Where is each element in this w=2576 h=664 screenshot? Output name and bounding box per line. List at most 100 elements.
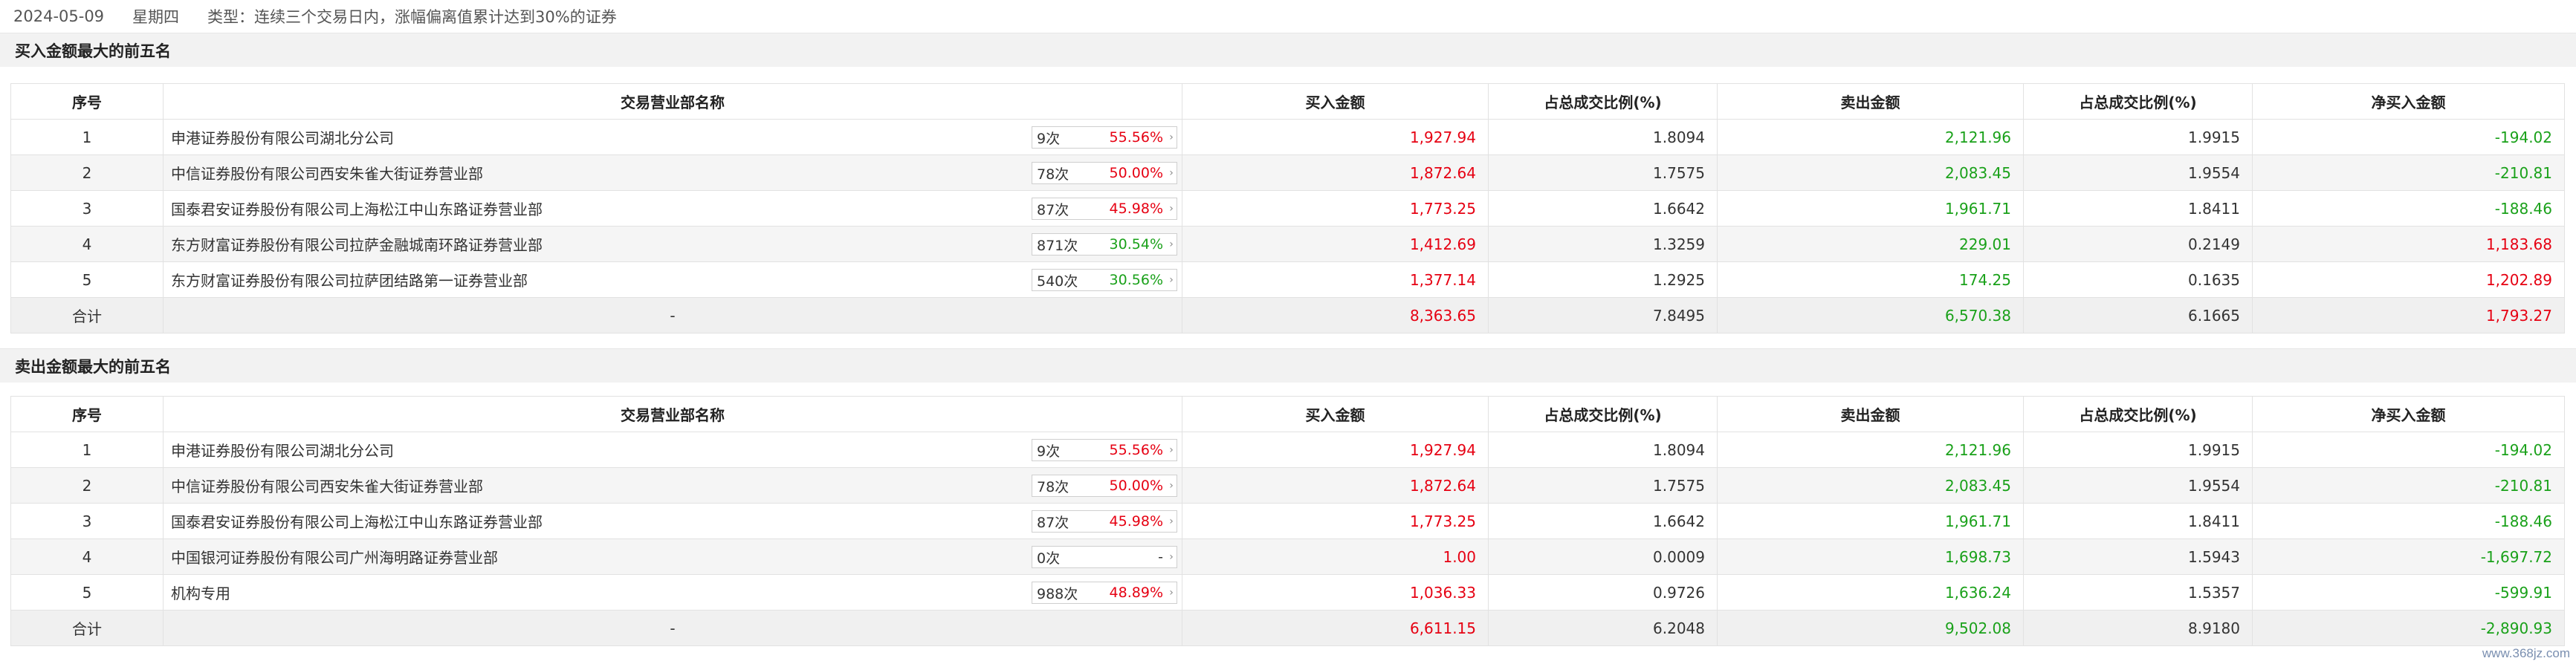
- sell-pct: 1.9554: [2023, 154, 2253, 191]
- sell-section-title: 卖出金额最大的前五名: [0, 348, 2576, 383]
- dept-trade-count: 87次: [1037, 201, 1069, 218]
- buy-amount: 1,927.94: [1182, 119, 1489, 155]
- sell-amount: 2,083.45: [1717, 154, 2024, 191]
- dept-name-link[interactable]: 中国银河证券股份有限公司广州海明路证券营业部: [171, 549, 498, 567]
- dept-cell: 中信证券股份有限公司西安朱雀大街证券营业部 78次 50.00% ›: [163, 154, 1182, 191]
- buy-amount: 1,872.64: [1182, 467, 1489, 504]
- row-no: 4: [10, 226, 164, 262]
- row-no: 3: [10, 503, 164, 539]
- col-header-buy-pct: 占总成交比例(%): [1488, 83, 1718, 120]
- buy-pct: 1.8094: [1488, 119, 1718, 155]
- sell-pct: 1.8411: [2023, 190, 2253, 227]
- dept-trade-count: 9次: [1037, 443, 1061, 460]
- dept-name-link[interactable]: 东方财富证券股份有限公司拉萨团结路第一证券营业部: [171, 272, 528, 290]
- buy-pct: 1.6642: [1488, 190, 1718, 227]
- buy-pct: 1.3259: [1488, 226, 1718, 262]
- sell-pct: 0.1635: [2023, 261, 2253, 298]
- dept-name-link[interactable]: 东方财富证券股份有限公司拉萨金融城南环路证券营业部: [171, 236, 543, 254]
- sell-amount: 174.25: [1717, 261, 2024, 298]
- chevron-right-icon: ›: [1169, 131, 1174, 143]
- col-header-net: 净买入金额: [2252, 396, 2565, 432]
- dept-cell: 中国银河证券股份有限公司广州海明路证券营业部 0次 - ›: [163, 538, 1182, 575]
- dept-win-rate: 50.00%: [1109, 165, 1163, 181]
- dept-cell: 申港证券股份有限公司湖北分公司 9次 55.56% ›: [163, 432, 1182, 468]
- total-dept-placeholder: -: [163, 610, 1182, 646]
- dept-stats-badge[interactable]: 87次 45.98% ›: [1032, 510, 1177, 533]
- dept-trade-count: 540次: [1037, 273, 1078, 290]
- sell-pct: 1.5943: [2023, 538, 2253, 575]
- dept-trade-count: 0次: [1037, 550, 1061, 567]
- dept-name-link[interactable]: 申港证券股份有限公司湖北分公司: [171, 442, 394, 460]
- sell-pct: 1.5357: [2023, 574, 2253, 611]
- dept-stats-badge[interactable]: 9次 55.56% ›: [1032, 126, 1177, 149]
- net-amount: -194.02: [2252, 119, 2565, 155]
- total-sell-amount: 9,502.08: [1717, 610, 2024, 646]
- dept-stats-badge[interactable]: 988次 48.89% ›: [1032, 582, 1177, 604]
- total-net-amount: 1,793.27: [2252, 297, 2565, 333]
- dept-name-link[interactable]: 中信证券股份有限公司西安朱雀大街证券营业部: [171, 165, 483, 183]
- dept-stats-badge[interactable]: 0次 - ›: [1032, 546, 1177, 568]
- total-net-amount: -2,890.93: [2252, 610, 2565, 646]
- col-header-sell-pct: 占总成交比例(%): [2023, 83, 2253, 120]
- total-buy-pct: 7.8495: [1488, 297, 1718, 333]
- buy-section-title-text: 买入金额最大的前五名: [15, 42, 171, 60]
- chevron-right-icon: ›: [1169, 480, 1174, 492]
- buy-amount: 1,773.25: [1182, 503, 1489, 539]
- net-amount: -599.91: [2252, 574, 2565, 611]
- dept-stats-badge[interactable]: 9次 55.56% ›: [1032, 439, 1177, 461]
- dept-name-link[interactable]: 中信证券股份有限公司西安朱雀大街证券营业部: [171, 478, 483, 495]
- col-header-sell-pct: 占总成交比例(%): [2023, 396, 2253, 432]
- dept-name-link[interactable]: 国泰君安证券股份有限公司上海松江中山东路证券营业部: [171, 513, 543, 531]
- net-amount: -188.46: [2252, 190, 2565, 227]
- dept-name-link[interactable]: 机构专用: [171, 585, 230, 602]
- dept-trade-count: 988次: [1037, 585, 1078, 602]
- chevron-right-icon: ›: [1169, 274, 1174, 286]
- sell-amount: 229.01: [1717, 226, 2024, 262]
- table-row: 5 机构专用 988次 48.89% › 1,036.33 0.9726 1,636.24 1.…: [10, 574, 2565, 611]
- row-no: 1: [10, 119, 164, 155]
- total-buy-amount: 8,363.65: [1182, 297, 1489, 333]
- dept-name-link[interactable]: 申港证券股份有限公司湖北分公司: [171, 129, 394, 147]
- table-row: 2 中信证券股份有限公司西安朱雀大街证券营业部 78次 50.00% › 1,872.64…: [10, 154, 2565, 191]
- info-bar: 2024-05-09 星期四 类型：连续三个交易日内，涨幅偏离值累计达到30%的…: [0, 0, 2576, 33]
- dept-win-rate: 30.54%: [1109, 236, 1163, 253]
- dept-cell: 国泰君安证券股份有限公司上海松江中山东路证券营业部 87次 45.98% ›: [163, 190, 1182, 227]
- dept-stats-badge[interactable]: 78次 50.00% ›: [1032, 162, 1177, 184]
- dept-stats-badge[interactable]: 871次 30.54% ›: [1032, 233, 1177, 255]
- sell-section-title-text: 卖出金额最大的前五名: [15, 357, 171, 376]
- sell-amount: 2,121.96: [1717, 119, 2024, 155]
- col-header-dept: 交易营业部名称: [163, 396, 1182, 432]
- row-no: 5: [10, 261, 164, 298]
- table-row: 1 申港证券股份有限公司湖北分公司 9次 55.56% › 1,927.94 1.8094 2…: [10, 432, 2565, 468]
- dept-stats-badge[interactable]: 540次 30.56% ›: [1032, 269, 1177, 291]
- total-row: 合计 -6,611.15 6.2048 9,502.08 8.9180 -2,890.93: [10, 610, 2565, 646]
- dept-stats-badge[interactable]: 87次 45.98% ›: [1032, 198, 1177, 220]
- dept-cell: 机构专用 988次 48.89% ›: [163, 574, 1182, 611]
- dept-trade-count: 78次: [1037, 478, 1069, 495]
- sell-pct: 0.2149: [2023, 226, 2253, 262]
- chevron-right-icon: ›: [1169, 587, 1174, 599]
- table-row: 2 中信证券股份有限公司西安朱雀大街证券营业部 78次 50.00% › 1,872.64…: [10, 467, 2565, 504]
- dept-stats-badge[interactable]: 78次 50.00% ›: [1032, 475, 1177, 497]
- dept-trade-count: 87次: [1037, 514, 1069, 531]
- buy-section-title: 买入金额最大的前五名: [0, 33, 2576, 67]
- dept-name-link[interactable]: 国泰君安证券股份有限公司上海松江中山东路证券营业部: [171, 201, 543, 218]
- total-dept-placeholder: -: [163, 297, 1182, 333]
- table-row: 3 国泰君安证券股份有限公司上海松江中山东路证券营业部 87次 45.98% › 1,77…: [10, 503, 2565, 539]
- trade-weekday: 星期四: [132, 8, 180, 26]
- row-no: 2: [10, 467, 164, 504]
- sell-pct: 1.8411: [2023, 503, 2253, 539]
- dept-trade-count: 871次: [1037, 237, 1078, 254]
- buy-amount: 1,412.69: [1182, 226, 1489, 262]
- row-no: 2: [10, 154, 164, 191]
- dept-win-rate: 45.98%: [1109, 513, 1163, 530]
- sell-pct: 1.9554: [2023, 467, 2253, 504]
- buy-pct: 1.8094: [1488, 432, 1718, 468]
- chevron-right-icon: ›: [1169, 515, 1174, 527]
- trade-date: 2024-05-09: [13, 7, 105, 25]
- sell-amount: 2,121.96: [1717, 432, 2024, 468]
- buy-amount: 1,036.33: [1182, 574, 1489, 611]
- sell-top5-table: 序号 交易营业部名称 买入金额 占总成交比例(%) 卖出金额 占总成交比例(%)…: [10, 396, 2565, 646]
- sell-pct: 1.9915: [2023, 119, 2253, 155]
- total-row: 合计 -8,363.65 7.8495 6,570.38 6.1665 1,793.27: [10, 297, 2565, 333]
